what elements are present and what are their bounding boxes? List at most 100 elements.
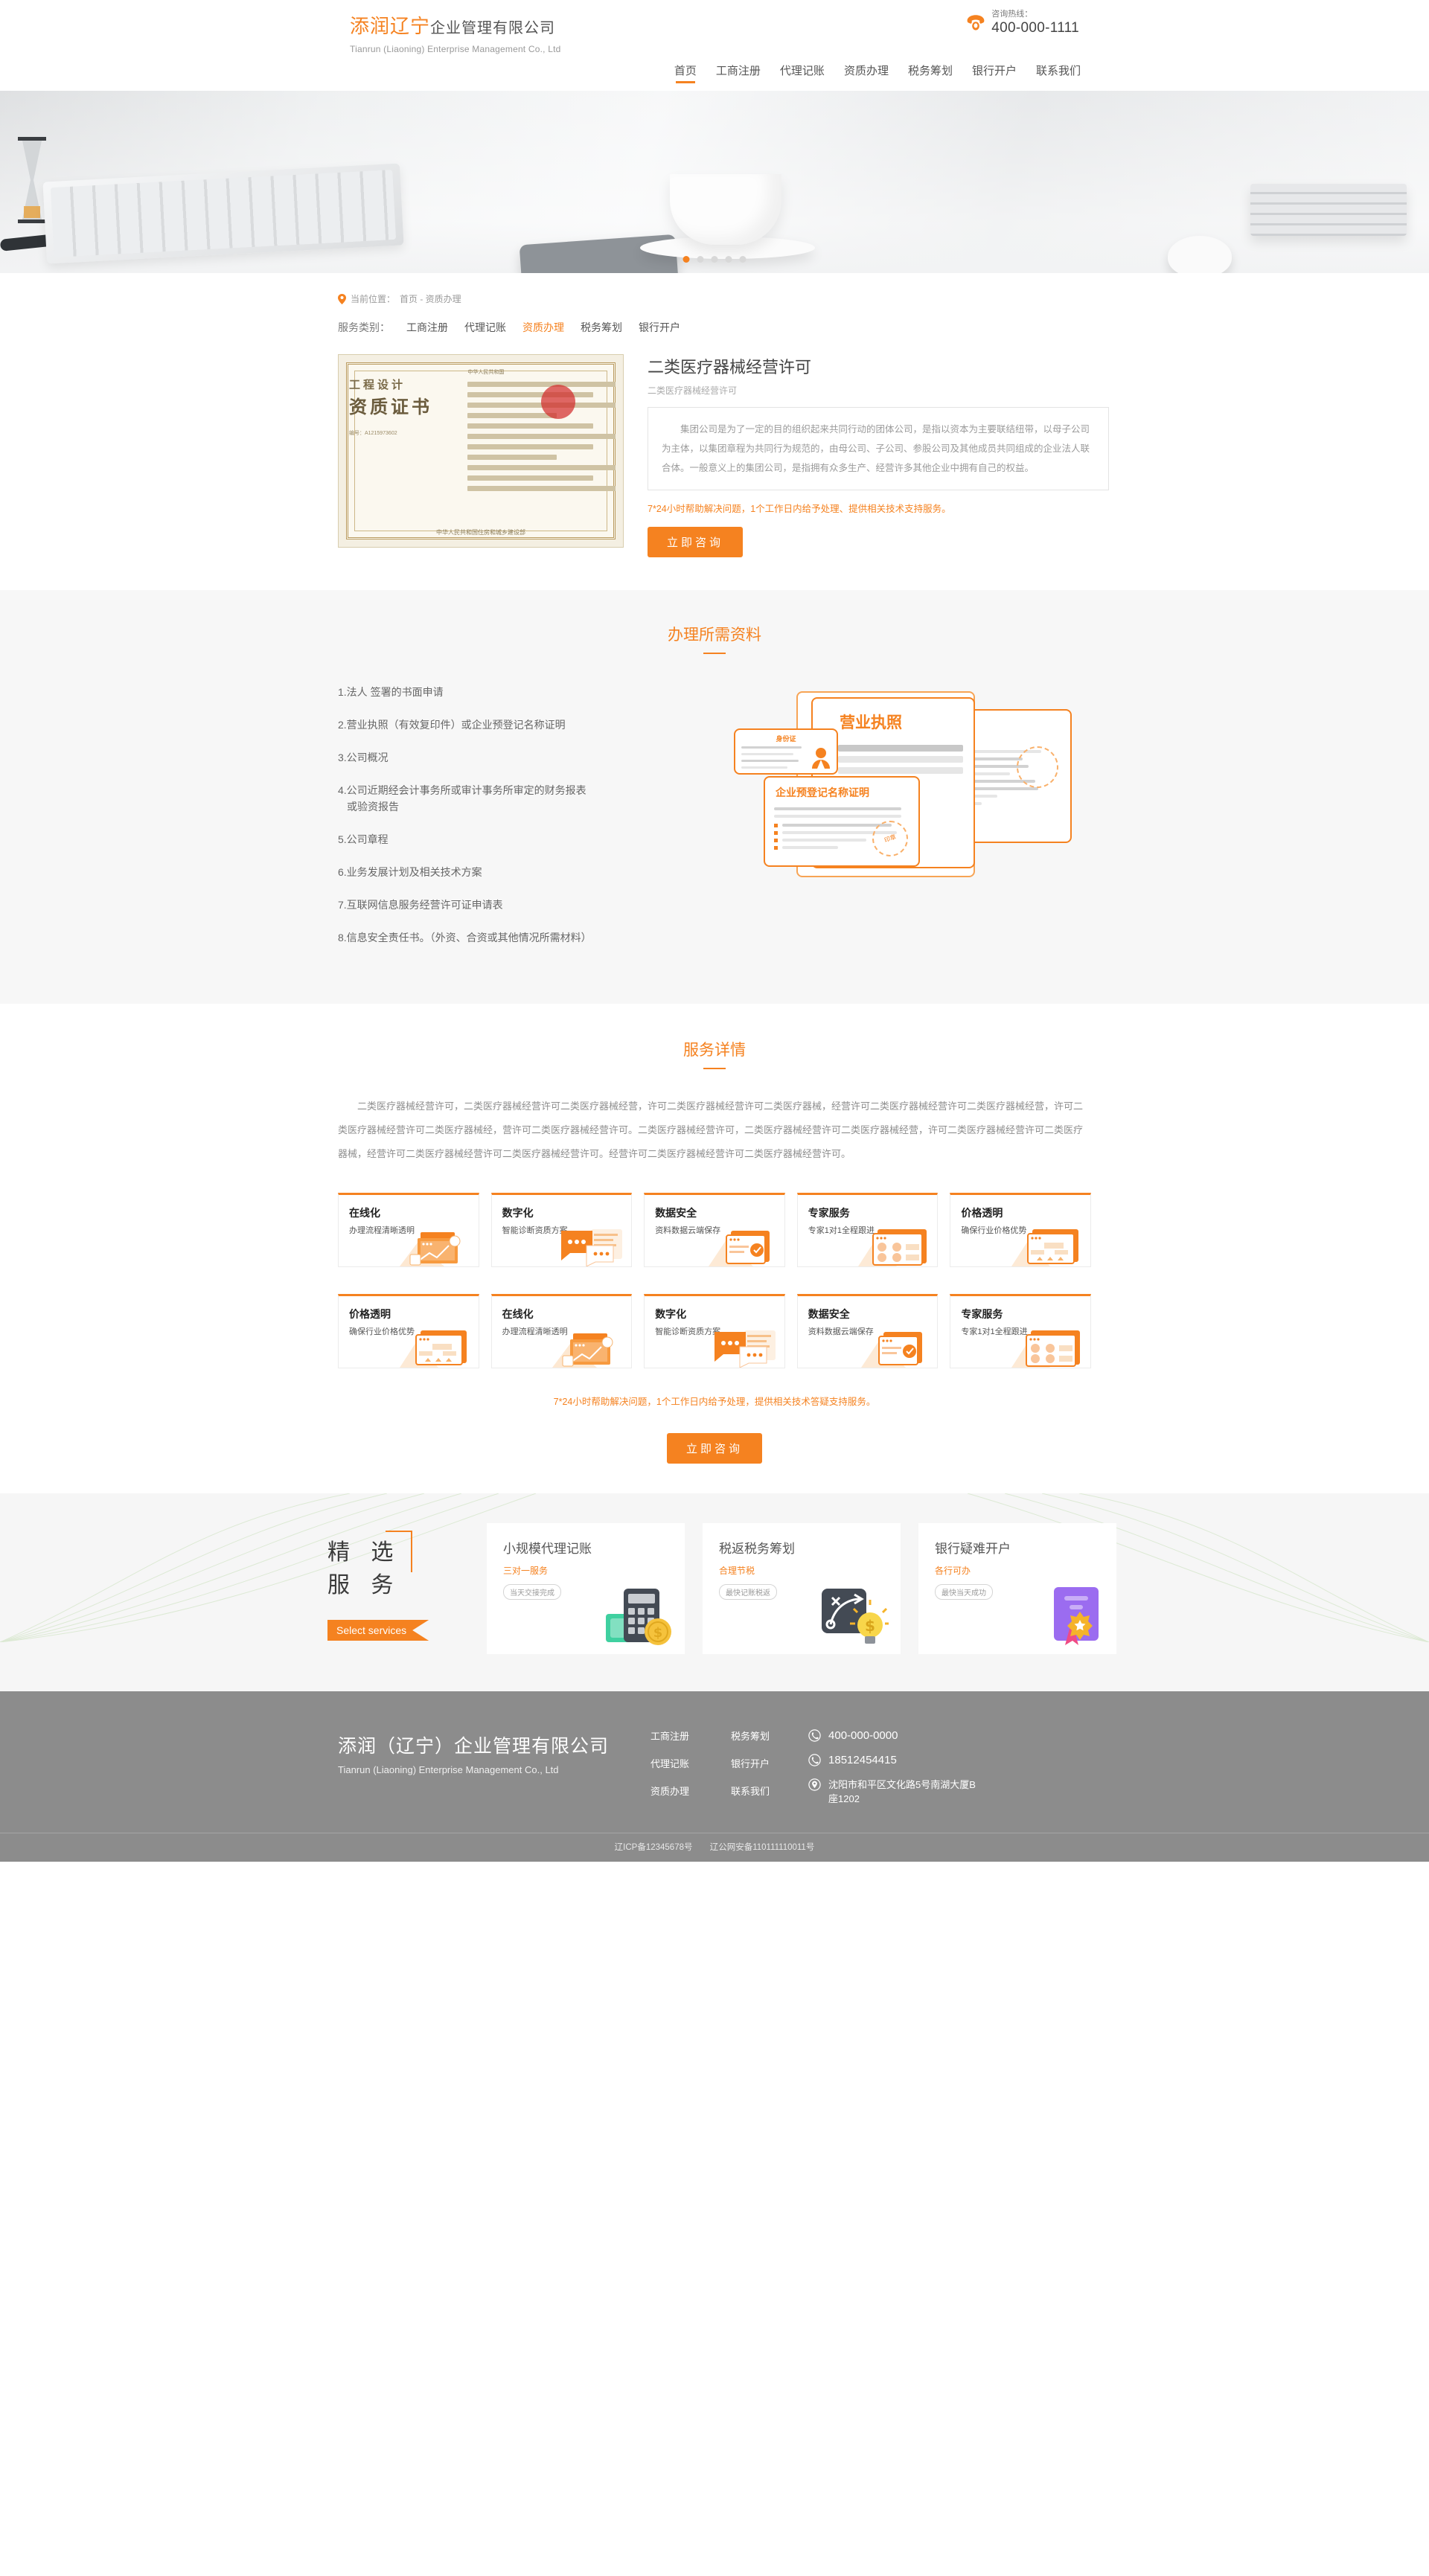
service-card-chip: 最快当天成功 <box>935 1584 993 1600</box>
hotline-number: 400-000-1111 <box>991 20 1079 36</box>
feature-card-title: 专家服务 <box>961 1308 1003 1320</box>
service-card-bookkeeping[interactable]: 小规模代理记账 三对一服务 当天交接完成 $ <box>487 1523 685 1654</box>
logo-brand-suffix: 企业管理有限公司 <box>430 20 556 36</box>
site-logo[interactable]: 添润辽宁企业管理有限公司 Tianrun (Liaoning) Enterpri… <box>350 15 561 54</box>
browser-chart-icon <box>552 1333 613 1368</box>
feature-card[interactable]: 专家服务 专家1对1全程跟进 <box>796 1193 939 1267</box>
material-item-2: 2.营业执照（有效复印件）或企业预登记名称证明 <box>338 719 566 731</box>
feature-card-title: 价格透明 <box>349 1308 391 1320</box>
feature-card[interactable]: 在线化 办理流程清晰透明 <box>490 1294 633 1368</box>
nav-item-bookkeeping[interactable]: 代理记账 <box>780 63 825 83</box>
consult-button-top[interactable]: 立即咨询 <box>648 527 744 557</box>
price-window-icon <box>399 1330 467 1368</box>
page-root: 添润辽宁企业管理有限公司 Tianrun (Liaoning) Enterpri… <box>0 0 1429 1862</box>
category-registration[interactable]: 工商注册 <box>406 320 448 335</box>
logo-brand-name: 添润辽宁 <box>350 15 431 37</box>
main-nav: 首页 工商注册 代理记账 资质办理 税务筹划 银行开户 联系我们 <box>674 63 1081 83</box>
site-footer: 添润（辽宁）企业管理有限公司 Tianrun (Liaoning) Enterp… <box>0 1691 1429 1862</box>
feature-card[interactable]: 价格透明 确保行业价格优势 <box>950 1193 1091 1267</box>
certificate-issuer: 中华人民共和国住房和城乡建设部 <box>436 529 525 536</box>
banner-dot-3[interactable] <box>711 256 718 263</box>
footer-link-bookkeeping[interactable]: 代理记账 <box>650 1756 689 1770</box>
corner-bracket-decor <box>386 1531 412 1572</box>
footer-link-contact[interactable]: 联系我们 <box>731 1784 770 1798</box>
logo-english: Tianrun (Liaoning) Enterprise Management… <box>350 44 561 54</box>
pre-registration-seal: 印章 <box>872 821 908 856</box>
material-item-5: 5.公司章程 <box>338 833 389 845</box>
feature-card-title: 数字化 <box>502 1207 534 1219</box>
hero-banner: 小规模代理记账 三对一服务 不满意可退款 <box>0 91 1429 273</box>
hotline-label: 咨询热线： <box>991 10 1033 19</box>
product-title: 二类医疗器械经营许可 <box>648 358 812 377</box>
footer-brand-cn: 添润（辽宁）企业管理有限公司 <box>338 1736 610 1757</box>
service-card-tax-planning[interactable]: 税返税务筹划 合理节税 最快记账税返 $ <box>703 1523 901 1654</box>
banner-dot-4[interactable] <box>725 256 732 263</box>
banner-dot-2[interactable] <box>697 256 704 263</box>
feature-card[interactable]: 数字化 智能诊断资质方案 <box>644 1294 785 1368</box>
svg-text:$: $ <box>653 1625 663 1641</box>
nav-item-qualification[interactable]: 资质办理 <box>844 63 889 83</box>
heading-underline <box>703 653 726 654</box>
banner-dot-5[interactable] <box>739 256 747 263</box>
feature-card[interactable]: 在线化 办理流程清晰透明 <box>338 1193 479 1267</box>
product-service-note: 7*24小时帮助解决问题，1个工作日内给予处理、提供相关技术支持服务。 <box>648 504 951 514</box>
feature-card-title: 在线化 <box>349 1207 380 1219</box>
footer-link-qualification[interactable]: 资质办理 <box>650 1784 689 1798</box>
service-card-title: 小规模代理记账 <box>503 1542 592 1556</box>
select-services-tag: Select services <box>327 1620 429 1641</box>
footer-links-col2: 税务筹划 银行开户 联系我们 <box>731 1728 770 1811</box>
service-card-bank-account[interactable]: 银行疑难开户 各行可办 最快当天成功 <box>918 1523 1116 1654</box>
category-filter: 服务类别： 工商注册 代理记账 资质办理 税务筹划 银行开户 <box>313 320 1116 335</box>
certificate-head: 中华人民共和国 <box>467 370 505 375</box>
nav-item-bank-account[interactable]: 银行开户 <box>972 63 1017 83</box>
material-item-4-continued: 或验资报告 <box>347 801 399 813</box>
expert-panel-icon <box>858 1229 927 1266</box>
nav-item-tax-planning[interactable]: 税务筹划 <box>908 63 953 83</box>
banner-dot-1[interactable] <box>682 256 690 263</box>
nav-item-registration[interactable]: 工商注册 <box>716 63 761 83</box>
footer-police-record[interactable]: 辽公网安备110111110011号 <box>710 1843 815 1852</box>
service-card-title: 银行疑难开户 <box>935 1542 1011 1556</box>
nav-item-home[interactable]: 首页 <box>674 63 697 83</box>
detail-body-text: 二类医疗器械经营许可，二类医疗器械经营许可二类医疗器械经营，许可二类医疗器械经营… <box>338 1100 1084 1159</box>
consult-button-bottom[interactable]: 立即咨询 <box>666 1433 762 1464</box>
banner-dots[interactable] <box>682 256 747 263</box>
feature-card[interactable]: 价格透明 确保行业价格优势 <box>338 1294 479 1368</box>
phone-circle-icon <box>808 1729 821 1742</box>
illustration-id-card: 身份证 <box>734 728 838 775</box>
category-label: 服务类别： <box>338 321 390 333</box>
feature-card[interactable]: 数据安全 资料数据云端保存 <box>796 1294 939 1368</box>
feature-card[interactable]: 数据安全 资料数据云端保存 <box>644 1193 785 1267</box>
category-bookkeeping[interactable]: 代理记账 <box>464 320 506 335</box>
certificate-red-seal <box>541 385 575 419</box>
certificate-image: 印章 工程设计 资质证书 编号：A1215973602 中华人民共和国 <box>338 354 624 548</box>
breadcrumb-path: 首页 - 资质办理 <box>400 294 461 304</box>
footer-brand-en: Tianrun (Liaoning) Enterprise Management… <box>338 1764 559 1775</box>
materials-illustration: 域名证书 <box>729 681 1079 919</box>
browser-chart-icon <box>399 1232 461 1266</box>
materials-heading: 办理所需资料 <box>668 627 761 644</box>
feature-card[interactable]: 专家服务 专家1对1全程跟进 <box>950 1294 1091 1368</box>
footer-icp[interactable]: 辽ICP备12345678号 <box>615 1843 693 1852</box>
category-bank-account[interactable]: 银行开户 <box>639 320 680 335</box>
category-qualification[interactable]: 资质办理 <box>522 320 564 335</box>
svg-text:$: $ <box>865 1617 875 1635</box>
chat-bubbles-icon <box>714 1330 776 1368</box>
footer-brand: 添润（辽宁）企业管理有限公司 Tianrun (Liaoning) Enterp… <box>338 1721 650 1775</box>
materials-heading-block: 办理所需资料 <box>313 623 1116 654</box>
telephone-icon <box>967 15 985 31</box>
category-tax-planning[interactable]: 税务筹划 <box>581 320 622 335</box>
footer-link-registration[interactable]: 工商注册 <box>650 1728 689 1743</box>
feature-card[interactable]: 数字化 智能诊断资质方案 <box>490 1193 633 1267</box>
footer-links: 工商注册 代理记账 资质办理 税务筹划 银行开户 联系我们 <box>650 1721 770 1811</box>
select-services-section: 精 选 服 务 Select services 小规模代理记账 三对一服务 当天… <box>0 1493 1429 1691</box>
strategy-bulb-icon: $ <box>822 1589 889 1644</box>
pre-registration-seal-text: 印章 <box>883 833 898 844</box>
business-license-title: 营业执照 <box>840 714 902 731</box>
footer-link-bank-account[interactable]: 银行开户 <box>731 1756 770 1770</box>
material-item-8: 8.信息安全责任书。（外资、合资或其他情况所需材料） <box>338 932 592 943</box>
footer-link-tax-planning[interactable]: 税务筹划 <box>731 1728 770 1743</box>
service-card-highlight: 合理节税 <box>719 1566 755 1576</box>
nav-item-contact[interactable]: 联系我们 <box>1036 63 1081 83</box>
certificate-badge-icon <box>1054 1587 1099 1645</box>
